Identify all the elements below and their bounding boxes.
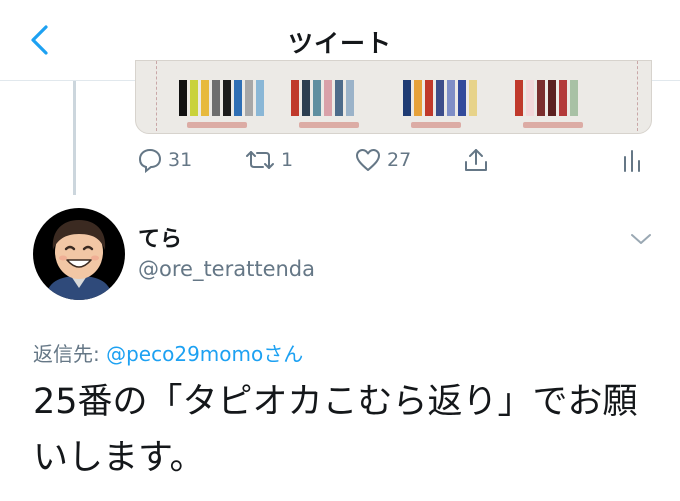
color-palette-4 xyxy=(515,80,581,116)
color-palette-image xyxy=(156,61,638,131)
palette-swatch xyxy=(425,80,433,116)
palette-swatch xyxy=(291,80,299,116)
palette-swatch xyxy=(436,80,444,116)
page-title: ツイート xyxy=(287,29,392,58)
share-button[interactable] xyxy=(462,141,490,179)
reply-context: 返信先: @peco29momoさん xyxy=(33,338,303,367)
retweet-count: 1 xyxy=(281,149,294,171)
palette-swatch xyxy=(179,80,187,116)
palette-swatch xyxy=(335,80,343,116)
palette-swatch xyxy=(570,80,578,116)
palette-swatch xyxy=(469,80,477,116)
palette-swatch xyxy=(403,80,411,116)
palette-swatch xyxy=(201,80,209,116)
palette-swatch xyxy=(324,80,332,116)
palette-swatch xyxy=(234,80,242,116)
reply-to-link[interactable]: @peco29momoさん xyxy=(106,342,303,366)
palette-swatch xyxy=(515,80,523,116)
share-icon xyxy=(465,149,487,171)
more-options-button[interactable] xyxy=(628,230,654,248)
user-handle[interactable]: @ore_terattenda xyxy=(138,257,315,281)
heart-icon xyxy=(356,149,380,171)
analytics-icon xyxy=(624,150,640,172)
avatar[interactable] xyxy=(33,208,125,300)
palette-swatch xyxy=(302,80,310,116)
palette-swatch xyxy=(537,80,545,116)
color-palette-3 xyxy=(403,80,480,116)
palette-swatch xyxy=(212,80,220,116)
palette-swatch xyxy=(223,80,231,116)
palette-swatch xyxy=(313,80,321,116)
palette-swatch xyxy=(245,80,253,116)
palette-swatch xyxy=(256,80,264,116)
color-palette-2 xyxy=(291,80,357,116)
reply-icon xyxy=(138,148,162,173)
tweet-text: 25番の「タピオカこむら返り」でお願いします。 xyxy=(33,382,638,478)
retweet-button[interactable]: 1 xyxy=(244,141,293,179)
palette-swatch xyxy=(190,80,198,116)
reply-prefix: 返信先: xyxy=(33,342,107,366)
analytics-button[interactable] xyxy=(620,141,644,179)
chevron-down-icon xyxy=(631,234,651,244)
palette-swatch xyxy=(447,80,455,116)
palette-caption xyxy=(299,122,359,128)
tweet-action-bar: 31 1 27 xyxy=(0,141,680,179)
palette-caption xyxy=(411,122,461,128)
user-display-name[interactable]: てら xyxy=(138,221,182,253)
reply-count: 31 xyxy=(168,149,193,171)
palette-swatch xyxy=(559,80,567,116)
tweet-media-image[interactable] xyxy=(135,60,652,134)
color-palette-1 xyxy=(179,80,267,116)
reply-button[interactable]: 31 xyxy=(137,141,192,179)
palette-swatch xyxy=(458,80,466,116)
like-count: 27 xyxy=(387,149,412,171)
palette-swatch xyxy=(526,80,534,116)
palette-swatch xyxy=(548,80,556,116)
retweet-icon xyxy=(246,151,274,169)
avatar-illustration xyxy=(33,208,125,300)
palette-swatch xyxy=(414,80,422,116)
palette-swatch xyxy=(346,80,354,116)
palette-caption xyxy=(187,122,247,128)
palette-caption xyxy=(523,122,583,128)
like-button[interactable]: 27 xyxy=(354,141,411,179)
